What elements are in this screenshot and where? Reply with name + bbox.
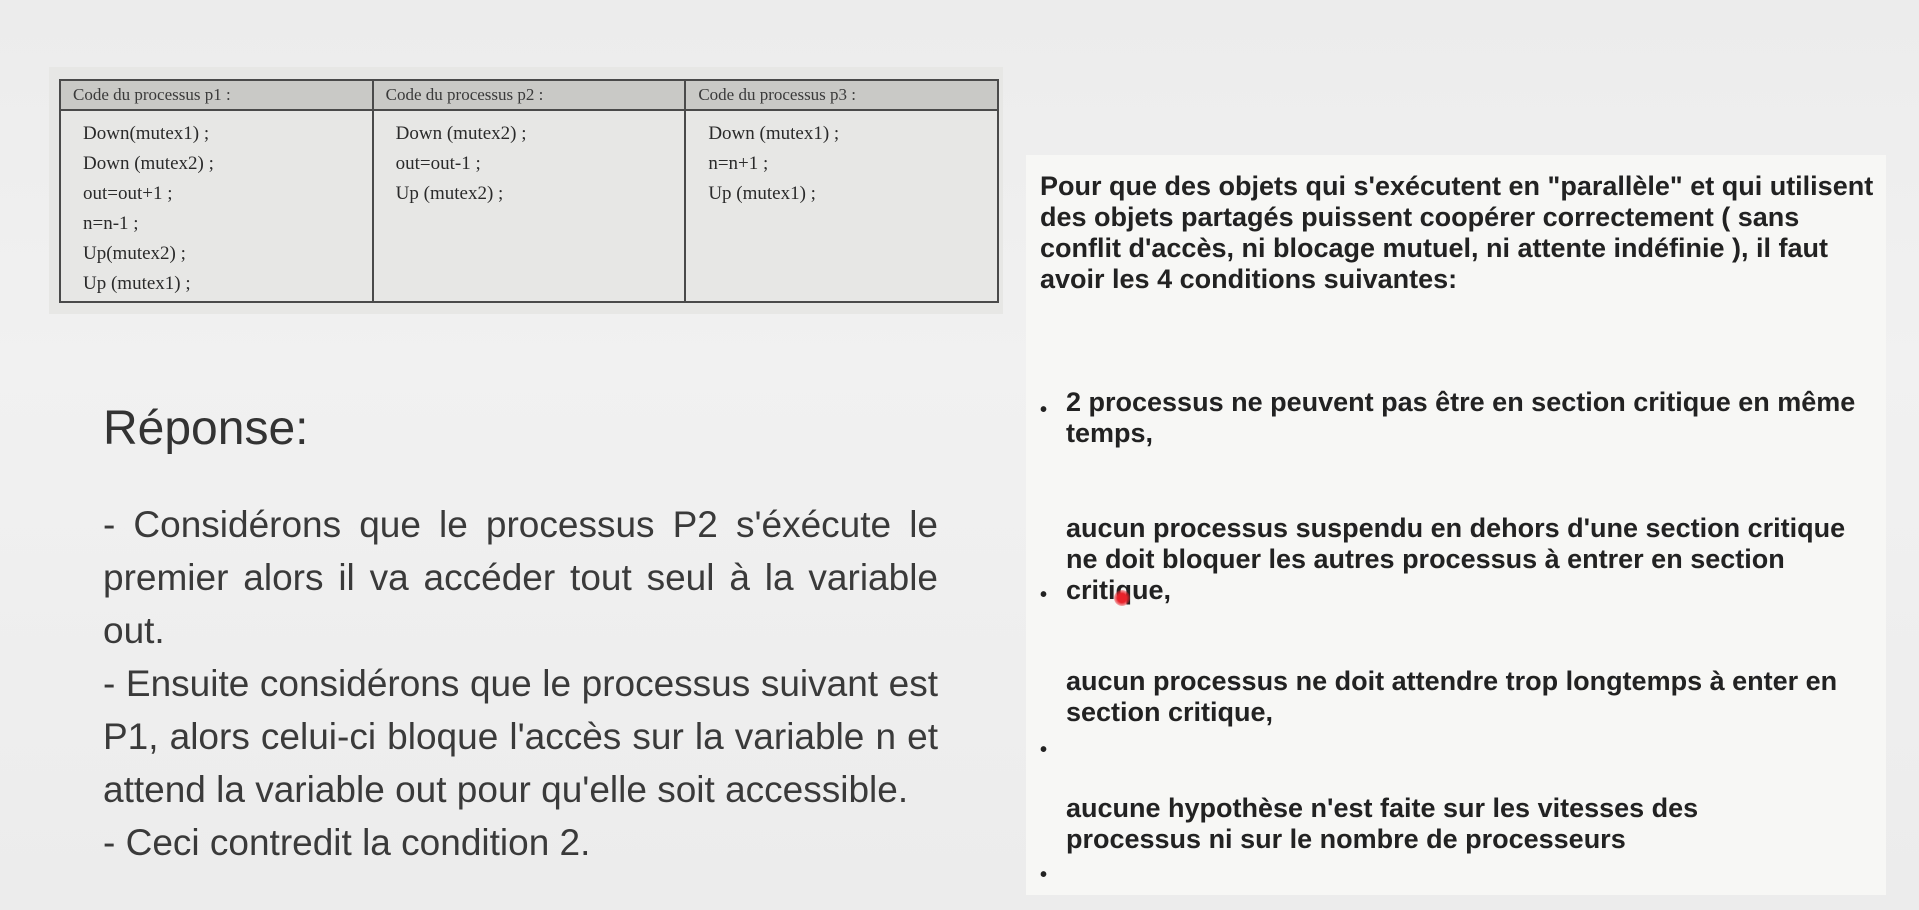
- code-line: Up (mutex2) ;: [395, 183, 504, 204]
- answer-paragraph: - Ceci contredit la condition 2.: [103, 822, 591, 863]
- header-p2: Code du processus p2 :: [371, 79, 687, 111]
- conditions-intro: Pour que des objets qui s'exécutent en "…: [1040, 171, 1874, 294]
- p2-code-cell: Down (mutex2) ; out=out-1 ; Up (mutex2) …: [371, 109, 687, 303]
- conditions-panel: Pour que des objets qui s'exécutent en "…: [1026, 155, 1886, 895]
- answer-title: Réponse:: [103, 402, 309, 455]
- code-line: Down (mutex2) ;: [83, 153, 214, 174]
- header-p1: Code du processus p1 :: [59, 79, 374, 111]
- bullet-icon: •: [1040, 864, 1048, 886]
- p1-code-cell: Down(mutex1) ; Down (mutex2) ; out=out+1…: [59, 109, 374, 303]
- code-line: n=n+1 ;: [708, 153, 769, 174]
- code-line: Up(mutex2) ;: [83, 243, 186, 264]
- bullet-icon: •: [1040, 399, 1048, 421]
- code-line: Up (mutex1) ;: [83, 273, 191, 294]
- answer-paragraph: - Ensuite considérons que le processus s…: [103, 663, 938, 810]
- bullet-icon: •: [1040, 739, 1048, 761]
- condition-item-2: aucun processus suspendu en dehors d'une…: [1066, 513, 1846, 605]
- header-p3: Code du processus p3 :: [684, 79, 999, 111]
- table-header-row: Code du processus p1 : Code du processus…: [59, 79, 999, 111]
- code-line: Down (mutex2) ;: [395, 123, 527, 144]
- condition-item-4: aucune hypothèse n'est faite sur les vit…: [1066, 793, 1699, 854]
- code-table-image: Code du processus p1 : Code du processus…: [49, 67, 1003, 314]
- bullet-icon: •: [1040, 584, 1048, 606]
- table-row: Down(mutex1) ; Down (mutex2) ; out=out+1…: [59, 109, 999, 303]
- pointer-cursor-icon: [1114, 590, 1130, 606]
- condition-item-1: 2 processus ne peuvent pas être en secti…: [1066, 387, 1856, 448]
- answer-paragraph: - Considérons que le processus P2 s'éxéc…: [103, 504, 938, 651]
- answer-body: - Considérons que le processus P2 s'éxéc…: [103, 498, 938, 869]
- code-line: out=out-1 ;: [395, 153, 481, 174]
- code-line: Up (mutex1) ;: [708, 183, 816, 204]
- code-line: out=out+1 ;: [83, 183, 173, 204]
- code-line: n=n-1 ;: [83, 213, 139, 234]
- condition-item-3: aucun processus ne doit attendre trop lo…: [1066, 666, 1838, 727]
- code-line: Down(mutex1) ;: [83, 123, 210, 144]
- process-code-table: Code du processus p1 : Code du processus…: [59, 79, 999, 303]
- p3-code-cell: Down (mutex1) ; n=n+1 ; Up (mutex1) ;: [684, 109, 999, 303]
- code-line: Down (mutex1) ;: [708, 123, 840, 144]
